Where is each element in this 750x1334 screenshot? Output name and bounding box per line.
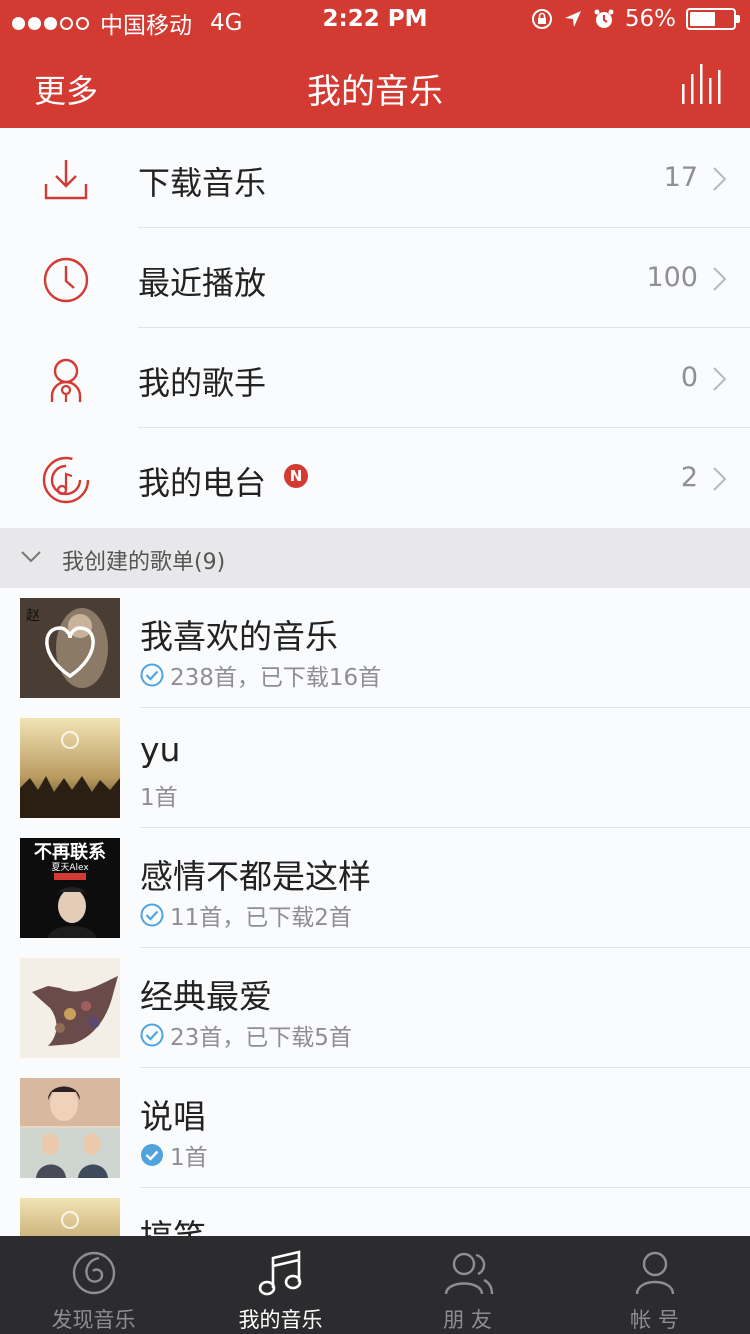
menu-item-label: 我的电台	[138, 464, 267, 502]
tab-bar: 发现音乐 我的音乐 朋 友 帐 号	[0, 1236, 750, 1334]
playlist-title: 说唱	[140, 1097, 206, 1136]
menu-item-count: 0	[680, 362, 698, 393]
menu-item-label: 下载音乐	[138, 164, 267, 202]
playlist-meta-text: 238首，已下载16首	[170, 665, 382, 691]
alarm-icon	[594, 9, 614, 28]
downloaded-check-icon	[140, 903, 164, 927]
tab-label: 我的音乐	[238, 1308, 323, 1332]
chevron-right-icon	[713, 367, 727, 391]
location-icon	[564, 11, 581, 27]
chevron-right-icon	[713, 267, 727, 291]
friends-icon	[444, 1252, 494, 1295]
playlist-meta: 23首，已下载5首	[140, 1018, 352, 1052]
battery-icon	[686, 8, 740, 30]
clock-icon	[43, 257, 89, 303]
menu-item-label: 最近播放	[138, 264, 267, 302]
download-icon	[44, 160, 88, 200]
tab-my-music[interactable]: 我的音乐	[187, 1236, 374, 1334]
cover-subtitle: 夏天Alex	[51, 862, 89, 873]
discover-icon	[72, 1251, 116, 1295]
playlist-cover	[20, 1078, 120, 1178]
playlist-item[interactable]: 赵 我喜欢的音乐 238首，已下载16首	[0, 588, 750, 708]
playlist-list[interactable]: 赵 我喜欢的音乐 238首，已下载16首 yu 1首 不再联系 夏天Alex 感…	[0, 588, 750, 1236]
menu-list: 下载音乐 17 最近播放 100 我的歌手 0 我的电台 N 2	[0, 128, 750, 528]
chevron-right-icon	[713, 467, 727, 491]
menu-item-download[interactable]: 下载音乐 17	[0, 128, 750, 228]
playlist-meta: 11首，已下载2首	[140, 898, 352, 932]
tab-label: 朋 友	[443, 1308, 492, 1332]
playlist-title: 我喜欢的音乐	[140, 617, 338, 656]
playlist-item[interactable]: yu 1首	[0, 708, 750, 828]
playlist-item[interactable]: 搞笑	[0, 1188, 750, 1236]
new-badge: N	[284, 464, 308, 488]
cover-title: 不再联系	[34, 842, 106, 863]
playlist-meta: 1首	[140, 778, 178, 812]
section-label: 我创建的歌单(9)	[62, 550, 226, 575]
account-icon	[635, 1251, 675, 1295]
menu-item-recent[interactable]: 最近播放 100	[0, 228, 750, 328]
downloaded-check-icon	[140, 1023, 164, 1047]
battery-percent: 56%	[624, 6, 676, 32]
radio-icon	[42, 456, 90, 504]
playlist-meta-text: 1首	[140, 785, 178, 811]
chevron-right-icon	[713, 167, 727, 191]
playlist-cover: 不再联系 夏天Alex	[20, 838, 120, 938]
playlist-item[interactable]: 经典最爱 23首，已下载5首	[0, 948, 750, 1068]
menu-item-count: 2	[680, 462, 698, 493]
playlist-meta-text: 23首，已下载5首	[170, 1025, 352, 1051]
playlist-title: 经典最爱	[140, 977, 272, 1016]
menu-item-count: 17	[663, 162, 698, 193]
playlist-item[interactable]: 说唱 1首	[0, 1068, 750, 1188]
playlist-meta: 1首	[140, 1138, 208, 1172]
playlist-cover: 赵	[20, 598, 120, 698]
page-title: 我的音乐	[307, 72, 443, 112]
downloaded-check-icon	[141, 1144, 163, 1166]
singer-icon	[50, 358, 82, 402]
header: 中国移动 4G 2:22 PM 56% 更多 我的音乐	[0, 0, 750, 128]
music-note-icon	[258, 1250, 302, 1296]
playlist-cover	[20, 958, 120, 1058]
chevron-down-icon	[21, 551, 41, 563]
menu-item-count: 100	[646, 262, 698, 293]
playlist-meta-text: 1首	[170, 1145, 208, 1171]
status-right: 56%	[531, 6, 740, 32]
menu-item-radio[interactable]: 我的电台 N 2	[0, 428, 750, 528]
tab-discover[interactable]: 发现音乐	[0, 1236, 187, 1334]
playlist-title: yu	[140, 730, 181, 769]
created-playlists-header[interactable]: 我创建的歌单(9)	[0, 528, 750, 588]
playlist-cover	[20, 718, 120, 818]
now-playing-icon[interactable]	[680, 62, 724, 106]
svg-text:赵: 赵	[26, 608, 40, 624]
playlist-item[interactable]: 不再联系 夏天Alex 感情不都是这样 11首，已下载2首	[0, 828, 750, 948]
downloaded-check-icon	[140, 663, 164, 687]
tab-account[interactable]: 帐 号	[561, 1236, 748, 1334]
menu-item-singers[interactable]: 我的歌手 0	[0, 328, 750, 428]
tab-label: 帐 号	[630, 1308, 679, 1332]
tab-friends[interactable]: 朋 友	[374, 1236, 561, 1334]
playlist-meta-text: 11首，已下载2首	[170, 905, 352, 931]
menu-item-label: 我的歌手	[138, 364, 267, 402]
rotation-lock-icon	[531, 9, 552, 29]
playlist-cover	[20, 1198, 120, 1236]
playlist-title: 搞笑	[140, 1210, 206, 1236]
tab-label: 发现音乐	[51, 1308, 136, 1332]
playlist-title: 感情不都是这样	[140, 857, 371, 896]
playlist-meta: 238首，已下载16首	[140, 658, 381, 692]
status-bar: 中国移动 4G 2:22 PM 56%	[0, 0, 750, 40]
